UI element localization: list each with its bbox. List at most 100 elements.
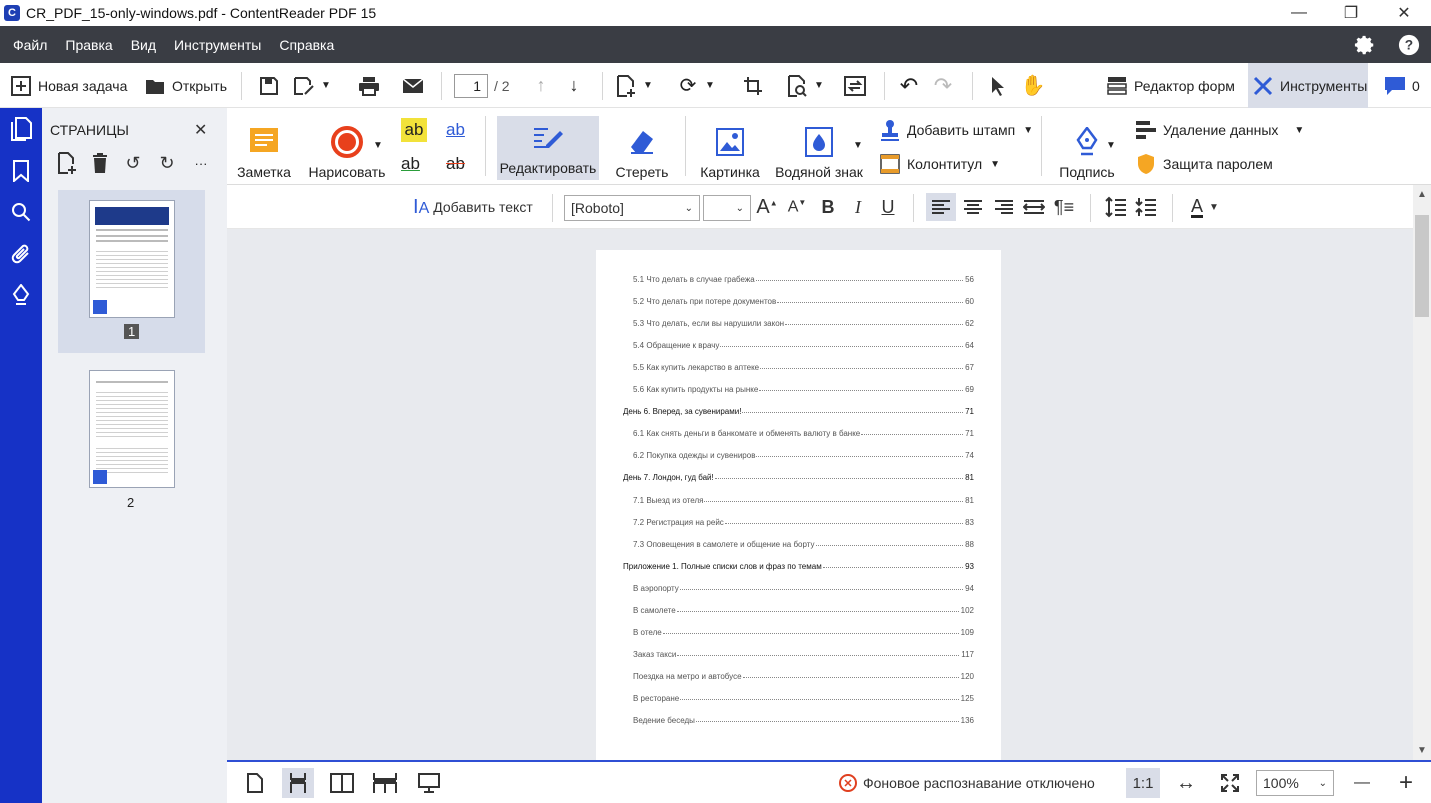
- paragraph-button[interactable]: ¶≡: [1049, 193, 1079, 221]
- email-button[interactable]: [402, 63, 430, 108]
- pages-panel-icon[interactable]: [8, 116, 34, 142]
- add-text-button[interactable]: IA Добавить текст: [413, 193, 533, 221]
- new-task-button[interactable]: Новая задача: [10, 63, 127, 108]
- line-spacing-button[interactable]: [1103, 193, 1129, 221]
- toc-entry[interactable]: День 6. Вперед, за сувенирами! 71: [596, 402, 1001, 416]
- presentation-button[interactable]: [415, 768, 443, 798]
- fit-page-button[interactable]: [1215, 768, 1245, 798]
- attachment-icon[interactable]: [8, 241, 34, 267]
- justify-button[interactable]: [1019, 193, 1049, 221]
- note-button[interactable]: Заметка: [235, 116, 293, 180]
- italic-button[interactable]: I: [847, 193, 869, 221]
- toc-entry[interactable]: Поездка на метро и автобусе 120: [596, 667, 1001, 681]
- toc-entry[interactable]: 5.1 Что делать в случае грабежа 56: [596, 270, 1001, 284]
- toc-entry[interactable]: День 7. Лондон, гуд бай! 81: [596, 468, 1001, 482]
- undo-button[interactable]: ↶: [898, 63, 926, 108]
- redaction-button[interactable]: Удаление данных ▼: [1135, 118, 1304, 142]
- more-options-button[interactable]: ···: [190, 152, 212, 174]
- menu-view[interactable]: Вид: [122, 37, 165, 53]
- find-button[interactable]: ▼: [786, 63, 824, 108]
- menu-file[interactable]: Файл: [4, 37, 56, 53]
- close-button[interactable]: ✕: [1381, 0, 1427, 26]
- toc-entry[interactable]: Заказ такси 117: [596, 645, 1001, 659]
- toc-entry[interactable]: В аэропорту 94: [596, 579, 1001, 593]
- form-editor-button[interactable]: Редактор форм: [1106, 63, 1235, 108]
- delete-page-icon[interactable]: [89, 152, 111, 174]
- search-icon[interactable]: [8, 199, 34, 225]
- toc-entry[interactable]: В ресторане 125: [596, 689, 1001, 703]
- password-button[interactable]: Защита паролем: [1135, 152, 1273, 176]
- toc-entry[interactable]: 6.2 Покупка одежды и сувениров 74: [596, 446, 1001, 460]
- toc-entry[interactable]: 5.4 Обращение к врачу 64: [596, 336, 1001, 350]
- text-color-button[interactable]: A ▼: [1185, 193, 1225, 221]
- toc-entry[interactable]: В самолете 102: [596, 601, 1001, 615]
- rotate-right-icon[interactable]: ↻: [156, 152, 178, 174]
- toc-entry[interactable]: 5.3 Что делать, если вы нарушили закон 62: [596, 314, 1001, 328]
- prev-page-button[interactable]: ↑: [530, 63, 558, 108]
- toc-entry[interactable]: 5.6 Как купить продукты на рынке 69: [596, 380, 1001, 394]
- font-family-select[interactable]: [Roboto] ⌄: [564, 195, 700, 221]
- toc-entry[interactable]: 5.2 Что делать при потере документов 60: [596, 292, 1001, 306]
- add-page-button[interactable]: ▼: [615, 63, 653, 108]
- rotate-left-icon[interactable]: ↺: [122, 152, 144, 174]
- select-tool-button[interactable]: [987, 63, 1015, 108]
- text-style-button[interactable]: ab: [446, 118, 465, 142]
- paragraph-spacing-button[interactable]: [1133, 193, 1159, 221]
- minimize-button[interactable]: —: [1276, 0, 1322, 26]
- redo-button[interactable]: ↷: [932, 63, 960, 108]
- add-stamp-button[interactable]: Добавить штамп ▼: [879, 118, 1033, 142]
- vertical-scrollbar[interactable]: ▲ ▼: [1413, 185, 1431, 760]
- scrollbar-thumb[interactable]: [1415, 215, 1429, 317]
- help-icon[interactable]: ?: [1396, 32, 1422, 58]
- toc-entry[interactable]: 5.5 Как купить лекарство в аптеке 67: [596, 358, 1001, 372]
- font-size-select[interactable]: ⌄: [703, 195, 751, 221]
- edit-button[interactable]: Редактировать: [497, 116, 599, 180]
- picture-button[interactable]: Картинка: [693, 116, 767, 180]
- tools-button[interactable]: Инструменты: [1248, 63, 1368, 108]
- underline-button[interactable]: U: [877, 193, 899, 221]
- single-page-view-button[interactable]: [241, 768, 269, 798]
- continuous-view-button[interactable]: [282, 768, 314, 798]
- gear-icon[interactable]: [1352, 32, 1378, 58]
- zoom-select[interactable]: 100% ⌄: [1256, 770, 1334, 796]
- scroll-down-icon[interactable]: ▼: [1417, 745, 1427, 756]
- document-viewport[interactable]: 5.1 Что делать в случае грабежа 56 5.2 Что…: [227, 229, 1413, 760]
- toc-entry[interactable]: 7.2 Регистрация на рейс 83: [596, 513, 1001, 527]
- menu-help[interactable]: Справка: [270, 37, 343, 53]
- toc-entry[interactable]: Ведение беседы 136: [596, 711, 1001, 725]
- menu-tools[interactable]: Инструменты: [165, 37, 270, 53]
- toc-entry[interactable]: Приложение 1. Полные списки слов и фраз …: [596, 557, 1001, 571]
- comments-button[interactable]: 0: [1384, 63, 1420, 108]
- two-page-continuous-button[interactable]: [370, 768, 400, 798]
- highlight-button[interactable]: ab: [401, 118, 427, 142]
- page-number-input[interactable]: 1: [454, 73, 488, 98]
- fit-width-button[interactable]: ↔: [1171, 768, 1201, 798]
- save-as-button[interactable]: ▼: [293, 63, 331, 108]
- erase-button[interactable]: Стереть: [607, 116, 677, 180]
- align-left-button[interactable]: [926, 193, 956, 221]
- underline-text-button[interactable]: ab: [401, 152, 420, 176]
- bookmark-icon[interactable]: [8, 158, 34, 184]
- strikethrough-text-button[interactable]: ab: [446, 152, 465, 176]
- two-page-view-button[interactable]: [327, 768, 357, 798]
- align-center-button[interactable]: [958, 193, 988, 221]
- ocr-status[interactable]: ✕ Фоновое распознавание отключено: [839, 768, 1095, 798]
- bold-button[interactable]: B: [817, 193, 839, 221]
- toc-entry[interactable]: 7.3 Оповещения в самолете и общение на б…: [596, 535, 1001, 549]
- insert-page-icon[interactable]: [56, 152, 78, 174]
- open-button[interactable]: Открыть: [144, 63, 227, 108]
- page-thumbnail-1[interactable]: 1: [58, 190, 205, 353]
- scroll-up-icon[interactable]: ▲: [1417, 189, 1427, 200]
- compare-button[interactable]: [844, 63, 872, 108]
- rotate-button[interactable]: ⟳ ▼: [677, 63, 715, 108]
- print-button[interactable]: [358, 63, 386, 108]
- watermark-button[interactable]: Водяной знак: [775, 116, 863, 180]
- menu-edit[interactable]: Правка: [56, 37, 121, 53]
- restore-button[interactable]: ❐: [1328, 0, 1374, 26]
- toc-entry[interactable]: В отеле 109: [596, 623, 1001, 637]
- page-thumbnail-2[interactable]: 2: [58, 363, 205, 526]
- hand-tool-button[interactable]: ✋: [1021, 63, 1050, 108]
- increase-font-button[interactable]: A▲: [755, 193, 779, 221]
- close-panel-button[interactable]: ✕: [194, 120, 207, 140]
- crop-button[interactable]: [742, 63, 770, 108]
